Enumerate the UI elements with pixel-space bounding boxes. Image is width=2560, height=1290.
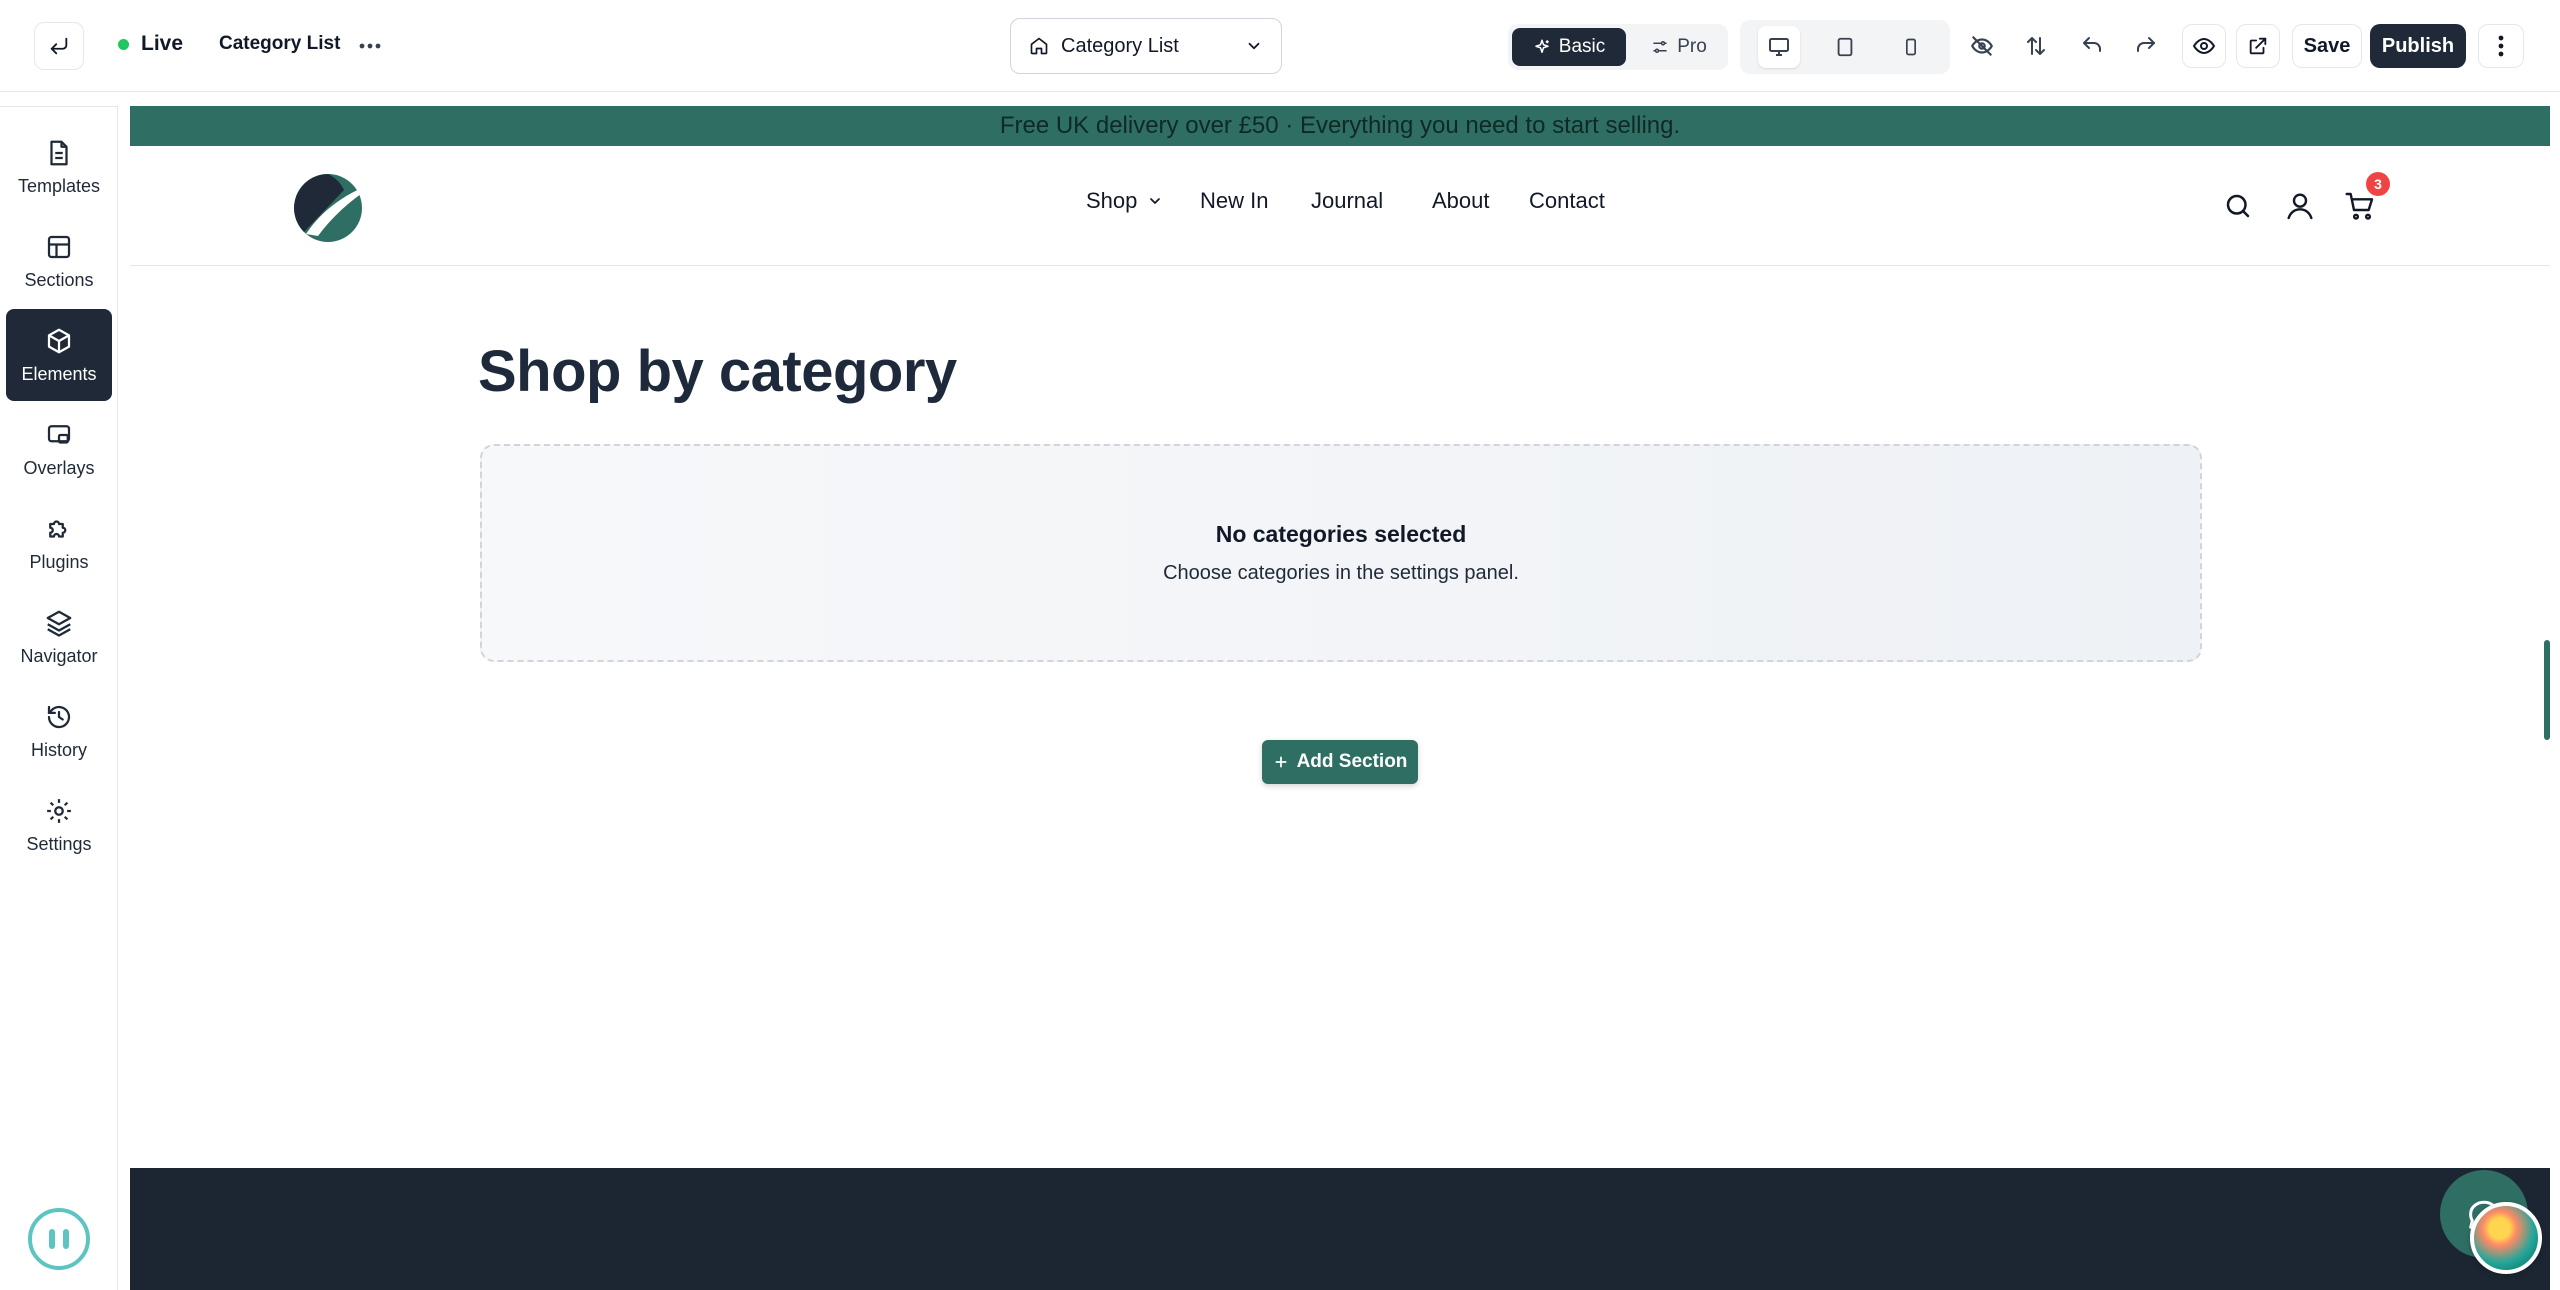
nav-contact[interactable]: Contact [1529,188,1605,214]
history-icon [47,705,71,728]
sidebar-item-label: Elements [21,363,97,384]
hide-elements-button[interactable] [1962,26,2002,66]
editor-mode-toggle: Basic Pro [1508,24,1728,70]
eye-off-icon [1971,36,1993,56]
reorder-button[interactable] [2016,26,2056,66]
add-section-label: Add Section [1296,751,1408,772]
open-live-site-button[interactable] [2236,24,2280,68]
nav-shop-label: Shop [1086,188,1138,213]
announcement-bar[interactable]: Free UK delivery over £50 · Everything y… [130,106,2550,146]
nav-journal[interactable]: Journal [1311,188,1383,214]
desktop-icon [1769,38,1789,56]
sidebar-item-label: Templates [17,175,101,196]
tablet-view-button[interactable] [1824,26,1866,68]
mode-pro-label: Pro [1677,36,1707,57]
external-link-icon [2249,37,2267,55]
mobile-icon [1906,38,1916,56]
mode-basic-label: Basic [1558,36,1606,57]
sliders-icon [1653,41,1667,53]
chevron-down-icon [1248,42,1260,50]
layout-icon [47,235,71,258]
site-header[interactable]: Shop New In Journal About Contact 3 [130,146,2550,266]
sidebar-item-history[interactable]: History [6,685,112,777]
chevron-down-icon [1150,198,1161,204]
cube-icon [47,328,71,353]
tablet-icon [1837,37,1853,57]
canvas-scrollbar[interactable] [2544,640,2550,740]
site-account-button[interactable] [2280,186,2320,226]
nav-new-in[interactable]: New In [1200,188,1268,214]
gear-icon [47,798,71,823]
search-icon [2226,194,2250,218]
site-search-button[interactable] [2218,186,2258,226]
cart-count-badge: 3 [2366,172,2390,196]
save-button[interactable]: Save [2292,24,2362,68]
brand-logo[interactable] [288,170,384,244]
live-status: Live [118,32,183,56]
more-horizontal-icon [359,43,381,49]
announcement-text: Free UK delivery over £50 · Everything y… [999,112,1681,139]
editor-toolbar: Live Category List Category List Basic P… [0,0,2560,92]
puzzle-icon [49,519,67,538]
sidebar-item-label: Overlays [23,457,95,478]
sidebar-item-plugins[interactable]: Plugins [6,497,112,589]
nav-about[interactable]: About [1432,188,1490,214]
page-selector[interactable]: Category List [1010,18,1282,74]
add-section-button[interactable]: Add Section [1262,740,1418,784]
live-status-label: Live [141,32,184,55]
page-options-button[interactable] [354,30,386,62]
category-list-placeholder[interactable]: No categories selected Choose categories… [480,444,2202,662]
preview-button[interactable] [2182,24,2226,68]
desktop-view-button[interactable] [1758,26,1800,68]
eye-icon [2192,37,2216,55]
assistant-button[interactable] [28,1208,90,1270]
exit-editor-button[interactable] [34,22,84,70]
empty-state-subtitle: Choose categories in the settings panel. [1163,562,1519,584]
arrows-up-down-icon [2027,37,2045,55]
sidebar-item-label: History [30,739,87,760]
support-agent-avatar[interactable] [2470,1202,2542,1274]
mode-pro-button[interactable]: Pro [1634,28,1724,66]
page-selector-label: Category List [1061,34,1179,57]
sidebar-item-label: Settings [26,833,92,854]
publish-button[interactable]: Publish [2370,24,2466,68]
user-icon [2287,193,2313,220]
sidebar-item-navigator[interactable]: Navigator [6,591,112,683]
sidebar-item-overlays[interactable]: Overlays [6,403,112,495]
overlay-icon [47,424,71,444]
redo-icon [2137,37,2155,52]
shopping-cart-icon [2345,192,2374,220]
nav-shop[interactable]: Shop [1086,188,1163,214]
plus-icon [1275,756,1287,768]
assistant-eye-right [63,1229,69,1249]
mode-basic-button[interactable]: Basic [1512,28,1626,66]
page-canvas[interactable]: Free UK delivery over £50 · Everything y… [130,106,2550,1290]
sidebar-item-templates[interactable]: Templates [6,121,112,213]
sparkles-icon [1535,39,1549,53]
mobile-view-button[interactable] [1890,26,1932,68]
site-footer[interactable] [130,1168,2550,1290]
sidebar-item-label: Sections [24,269,94,290]
live-status-dot [118,38,129,50]
device-preview-group [1740,20,1950,74]
file-text-icon [50,140,68,165]
editor-sidebar: Templates Sections Elements Overlays Plu… [0,106,118,1290]
layers-icon [46,610,72,637]
redo-button[interactable] [2126,26,2166,66]
sidebar-item-settings[interactable]: Settings [6,779,112,871]
sidebar-item-elements[interactable]: Elements [6,309,112,401]
undo-button[interactable] [2072,26,2112,66]
section-heading[interactable]: Shop by category [478,338,957,405]
more-vertical-icon [2498,35,2504,57]
return-arrow-icon [50,37,68,55]
undo-icon [2083,37,2101,52]
more-options-button[interactable] [2478,24,2524,68]
sidebar-item-sections[interactable]: Sections [6,215,112,307]
current-page-name: Category List [219,33,341,54]
assistant-eye-left [49,1229,55,1249]
empty-state-title: No categories selected [1215,521,1467,547]
sidebar-item-label: Navigator [20,645,98,666]
home-icon [1030,37,1048,55]
sidebar-item-label: Plugins [29,551,89,572]
